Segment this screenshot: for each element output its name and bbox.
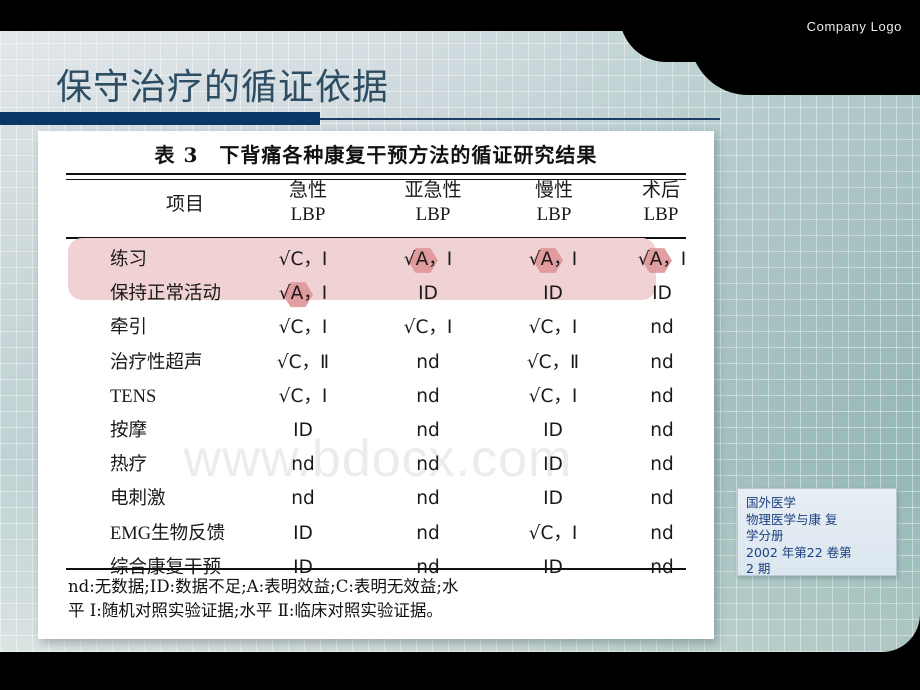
top-right-black-curve-2: [690, 0, 920, 95]
table-cell: √C，Ⅱ: [276, 351, 330, 373]
table-cell: nd: [416, 351, 440, 373]
table-cell: nd: [416, 385, 440, 407]
column-header-line2: LBP: [290, 204, 326, 226]
column-header-line1: 项目: [165, 194, 204, 215]
row-label: 热疗: [110, 455, 148, 476]
column-header-line1: 慢性: [534, 180, 573, 201]
table-cell: nd: [650, 454, 674, 476]
table-row: 电刺激 nd nd ID nd: [38, 482, 714, 516]
table-footnote: nd:无数据;ID:数据不足;A:表明效益;C:表明无效益;水 平 Ⅰ:随机对照…: [68, 575, 686, 623]
table-row: TENS √C，I nd √C，I nd: [38, 380, 714, 414]
table-row: EMG生物反馈 ID nd √C，I nd: [38, 517, 714, 551]
column-header-item: 项目: [130, 193, 240, 217]
citation-line-1: 国外医学: [746, 495, 797, 510]
table-cell: √A，I: [637, 249, 687, 270]
row-label: 练习: [110, 250, 148, 270]
table-cell: √C，I: [278, 385, 328, 407]
table-cell: nd: [650, 488, 674, 510]
table-row: 练习 √C，I √A，I √A，I √A，I: [38, 243, 714, 277]
table-cell: nd: [650, 351, 674, 373]
row-label: 按摩: [110, 420, 148, 441]
footnote-line-1: nd:无数据;ID:数据不足;A:表明效益;C:表明无效益;水: [68, 577, 459, 596]
table-cell: √C，I: [528, 317, 578, 339]
row-label: 保持正常活动: [110, 284, 222, 305]
table-cell: ID: [543, 488, 563, 510]
table-cell: nd: [650, 419, 674, 441]
table-cell: √C，Ⅱ: [526, 351, 580, 373]
table-row: 治疗性超声 √C，Ⅱ nd √C，Ⅱ nd: [38, 346, 714, 380]
table-cell: nd: [291, 454, 315, 476]
table-row: 保持正常活动 √A，I ID ID ID: [38, 277, 714, 311]
table-body: 练习 √C，I √A，I √A，I √A，I 保持正常活动 √A，I ID ID ID 牵引 √C，I…: [38, 243, 714, 585]
table-cell: nd: [650, 385, 674, 407]
row-label: 电刺激: [110, 489, 166, 510]
table-cell: ID: [652, 283, 672, 305]
column-header-line2: LBP: [643, 204, 679, 226]
citation-line-3: 学分册: [746, 528, 784, 543]
row-label: 治疗性超声: [110, 352, 203, 373]
table-row: 热疗 nd nd ID nd: [38, 448, 714, 482]
table-cell: nd: [416, 522, 440, 544]
table-row: 牵引 √C，I √C，I √C，I nd: [38, 311, 714, 345]
slide: Company Logo 保守治疗的循证依据 表 3 下背痛各种康复干预方法的循…: [0, 0, 920, 690]
table-cell: nd: [650, 522, 674, 544]
column-header-line1: 术后: [641, 180, 680, 201]
column-header-chronic: 慢性 LBP: [494, 179, 614, 228]
footnote-line-2: 平 Ⅰ:随机对照实验证据;水平 Ⅱ:临床对照实验证据。: [68, 600, 443, 620]
table-cell: √A，I: [278, 283, 328, 305]
table-cell: nd: [416, 419, 440, 441]
table-cell: nd: [650, 317, 674, 339]
table-cell: ID: [543, 419, 563, 441]
row-label: TENS: [110, 386, 157, 407]
citation-line-4: 2002 年第22 卷第: [746, 544, 852, 560]
row-label: 牵引: [110, 318, 148, 339]
table-cell: nd: [416, 454, 440, 476]
citation-line-5: 2 期: [746, 561, 771, 576]
column-header-line2: LBP: [415, 204, 451, 226]
table-caption: 表 3 下背痛各种康复干预方法的循证研究结果: [154, 143, 598, 167]
citation-box: 国外医学 物理医学与康 复 学分册 2002 年第22 卷第 2 期: [737, 488, 897, 576]
table-cell: nd: [291, 488, 315, 510]
column-header-acute: 急性 LBP: [248, 179, 368, 228]
column-header-line2: LBP: [536, 204, 572, 226]
table-cell: √C，I: [528, 385, 578, 407]
table-cell: ID: [543, 283, 563, 305]
page-title: 保守治疗的循证依据: [56, 67, 390, 108]
table-cell: ID: [418, 283, 438, 305]
table-cell: nd: [416, 488, 440, 510]
company-logo-text: Company Logo: [806, 19, 902, 34]
table-cell: ID: [543, 454, 563, 476]
table-card-inner: 表 3 下背痛各种康复干预方法的循证研究结果 项目 急性 LBP 亚急性 LBP…: [38, 131, 714, 639]
column-header-subacute: 亚急性 LBP: [368, 179, 498, 228]
table-row: 按摩 ID nd ID nd: [38, 414, 714, 448]
table-cell: ID: [293, 419, 313, 441]
table-card: 表 3 下背痛各种康复干预方法的循证研究结果 项目 急性 LBP 亚急性 LBP…: [38, 131, 714, 639]
row-label: EMG生物反馈: [110, 523, 226, 544]
table-cell: √A，I: [403, 249, 453, 270]
table-cell: √C，I: [278, 249, 328, 270]
column-header-postop: 术后 LBP: [606, 179, 714, 228]
table-cell: √C，I: [528, 522, 578, 544]
column-header-line1: 亚急性: [404, 180, 462, 201]
citation-line-2: 物理医学与康 复: [746, 511, 838, 527]
table-bottom-rule: [66, 568, 686, 570]
column-header-line1: 急性: [288, 180, 327, 201]
table-cell: ID: [293, 522, 313, 544]
table-header-row: 项目 急性 LBP 亚急性 LBP 慢性 LBP 术后 LBP: [38, 177, 714, 235]
bottom-black-band: [0, 652, 920, 690]
title-underline-thick: [0, 112, 320, 125]
table-cell: √A，I: [528, 249, 578, 270]
table-cell: √C，I: [278, 317, 328, 339]
table-cell: √C，I: [403, 317, 453, 339]
